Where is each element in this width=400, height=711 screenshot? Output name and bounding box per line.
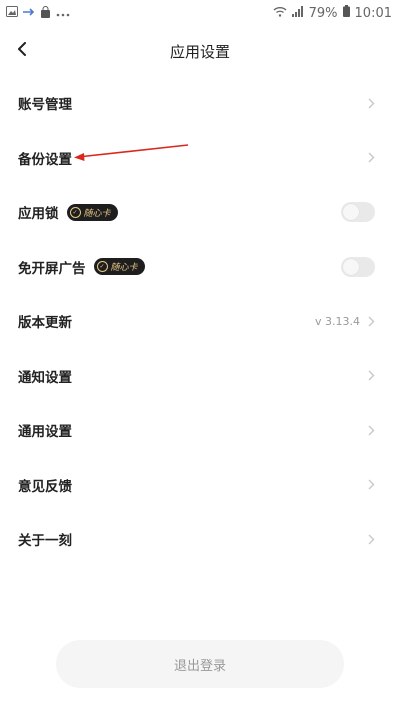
chevron-right-icon — [368, 316, 375, 327]
no-splash-ads-toggle[interactable] — [341, 256, 375, 277]
settings-item-label: 应用锁 — [18, 206, 59, 223]
badge-label: 随心卡 — [110, 263, 138, 274]
chevron-right-icon — [368, 425, 375, 436]
shield-icon: ✓ — [96, 261, 108, 273]
settings-item-label: 通知设置 — [18, 369, 72, 386]
chevron-right-icon — [368, 534, 375, 545]
settings-item-label: 关于一刻 — [18, 533, 72, 550]
settings-item-account[interactable]: 账号管理 — [0, 76, 400, 131]
status-bar: 79% 10:01 — [0, 0, 400, 26]
page-title: 应用设置 — [169, 42, 230, 61]
chevron-right-icon — [368, 152, 375, 163]
settings-item-version-update[interactable]: 版本更新 v 3.13.4 — [0, 294, 400, 349]
more-notifications-icon — [56, 6, 70, 20]
chevron-right-icon — [368, 479, 375, 490]
settings-item-feedback[interactable]: 意见反馈 — [0, 458, 400, 513]
back-button[interactable] — [10, 38, 34, 62]
membership-badge[interactable]: ✓ 随心卡 — [93, 258, 145, 276]
membership-badge[interactable]: ✓ 随心卡 — [66, 203, 118, 221]
settings-item-app-lock: 应用锁 ✓ 随心卡 — [0, 185, 400, 240]
logout-button[interactable]: 退出登录 — [56, 640, 344, 688]
settings-item-notifications[interactable]: 通知设置 — [0, 349, 400, 404]
shield-icon: ✓ — [69, 206, 81, 218]
signal-icon — [291, 5, 304, 21]
bag-notification-icon — [40, 5, 51, 21]
status-bar-right: 79% 10:01 — [273, 5, 392, 21]
chevron-right-icon — [368, 370, 375, 381]
settings-item-label: 意见反馈 — [18, 478, 72, 495]
settings-item-backup[interactable]: 备份设置 — [0, 131, 400, 186]
header: 应用设置 — [0, 30, 400, 72]
wifi-icon — [273, 6, 287, 21]
settings-item-label: 版本更新 — [18, 315, 72, 332]
chevron-right-icon — [368, 98, 375, 109]
gallery-notification-icon — [6, 6, 18, 20]
settings-item-label: 免开屏广告 — [18, 260, 86, 277]
settings-list: 账号管理 备份设置 应用锁 ✓ 随心卡 免开屏广告 ✓ 随心卡 版本更新 v 3… — [0, 76, 400, 567]
send-notification-icon — [23, 6, 35, 20]
status-bar-left — [6, 5, 70, 21]
settings-item-no-splash-ads: 免开屏广告 ✓ 随心卡 — [0, 240, 400, 295]
clock: 10:01 — [354, 5, 392, 21]
version-number: v 3.13.4 — [315, 314, 360, 328]
battery-icon — [342, 5, 350, 21]
settings-item-general[interactable]: 通用设置 — [0, 403, 400, 458]
settings-item-label: 账号管理 — [18, 97, 72, 114]
settings-item-label: 备份设置 — [18, 151, 72, 168]
battery-percent: 79% — [308, 5, 338, 21]
app-lock-toggle[interactable] — [341, 202, 375, 223]
chevron-left-icon — [16, 41, 28, 60]
badge-label: 随心卡 — [83, 208, 111, 219]
settings-item-label: 通用设置 — [18, 424, 72, 441]
settings-item-about[interactable]: 关于一刻 — [0, 512, 400, 567]
